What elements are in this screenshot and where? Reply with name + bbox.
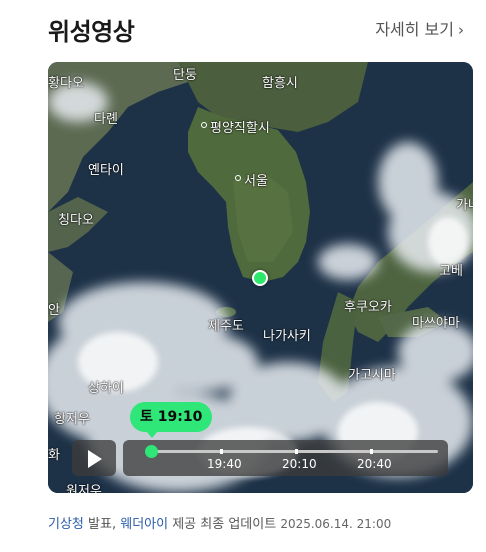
footer-text: 제공 최종 업데이트 bbox=[172, 517, 277, 532]
section-title: 위성영상 bbox=[48, 18, 135, 46]
place-label: 마쓰야마 bbox=[412, 316, 460, 331]
capital-dot-icon bbox=[201, 122, 207, 128]
place-label: 서울 bbox=[244, 174, 268, 189]
view-more-link[interactable]: 자세히 보기 › bbox=[375, 16, 464, 40]
timeline-slider[interactable]: 19:40 20:10 20:40 bbox=[123, 440, 448, 476]
location-marker[interactable] bbox=[252, 270, 268, 286]
timeline-tick-label: 20:10 bbox=[282, 457, 317, 471]
timeline-tick bbox=[370, 449, 373, 454]
place-label: 칭다오 bbox=[58, 213, 94, 228]
capital-dot-icon bbox=[235, 175, 241, 181]
current-time-bubble: 토 19:10 bbox=[130, 402, 213, 438]
place-label: 다롄 bbox=[94, 112, 118, 127]
place-label: 함흥시 bbox=[262, 76, 298, 91]
chevron-right-icon: › bbox=[458, 21, 464, 39]
place-label: 나가사키 bbox=[263, 329, 311, 344]
source-footer: 기상청 발표, 웨더아이 제공 최종 업데이트 2025.06.14. 21:0… bbox=[48, 513, 391, 532]
place-label: 후쿠오카 bbox=[344, 300, 392, 315]
timeline-tick-label: 20:40 bbox=[357, 457, 392, 471]
place-label: 제주도 bbox=[208, 319, 244, 334]
update-datetime: 2025.06.14. 21:00 bbox=[280, 517, 392, 531]
view-more-label: 자세히 보기 bbox=[375, 20, 454, 39]
place-label: 상하이 bbox=[88, 381, 124, 396]
timeline-tick bbox=[220, 449, 223, 454]
timeline-tick-label: 19:40 bbox=[207, 457, 242, 471]
place-label: 원저우 bbox=[66, 484, 102, 493]
place-label: 단둥 bbox=[173, 68, 197, 83]
footer-text: 발표, bbox=[88, 517, 117, 532]
satellite-header: 위성영상 자세히 보기 › bbox=[48, 10, 466, 46]
timeline-thumb[interactable] bbox=[145, 445, 158, 458]
timeline-tick bbox=[295, 449, 298, 454]
source-link[interactable]: 기상청 bbox=[48, 517, 84, 532]
play-button[interactable] bbox=[72, 440, 116, 476]
play-icon bbox=[88, 450, 102, 468]
place-label: 옌타이 bbox=[88, 163, 124, 178]
place-label: 황다오 bbox=[48, 76, 84, 91]
place-label: 가고시마 bbox=[348, 368, 396, 383]
place-label: 화 bbox=[48, 448, 60, 463]
satellite-map[interactable]: 단둥 황다오 함흥시 다롄 평양직할시 옌타이 서울 가나 칭다오 고베 안 후… bbox=[48, 62, 473, 493]
place-label: 안 bbox=[48, 303, 60, 318]
place-label: 평양직할시 bbox=[210, 121, 270, 136]
place-label: 가나 bbox=[456, 198, 473, 213]
provider-link[interactable]: 웨더아이 bbox=[120, 517, 168, 532]
place-label: 고베 bbox=[439, 264, 463, 279]
place-label: 항저우 bbox=[54, 412, 90, 427]
